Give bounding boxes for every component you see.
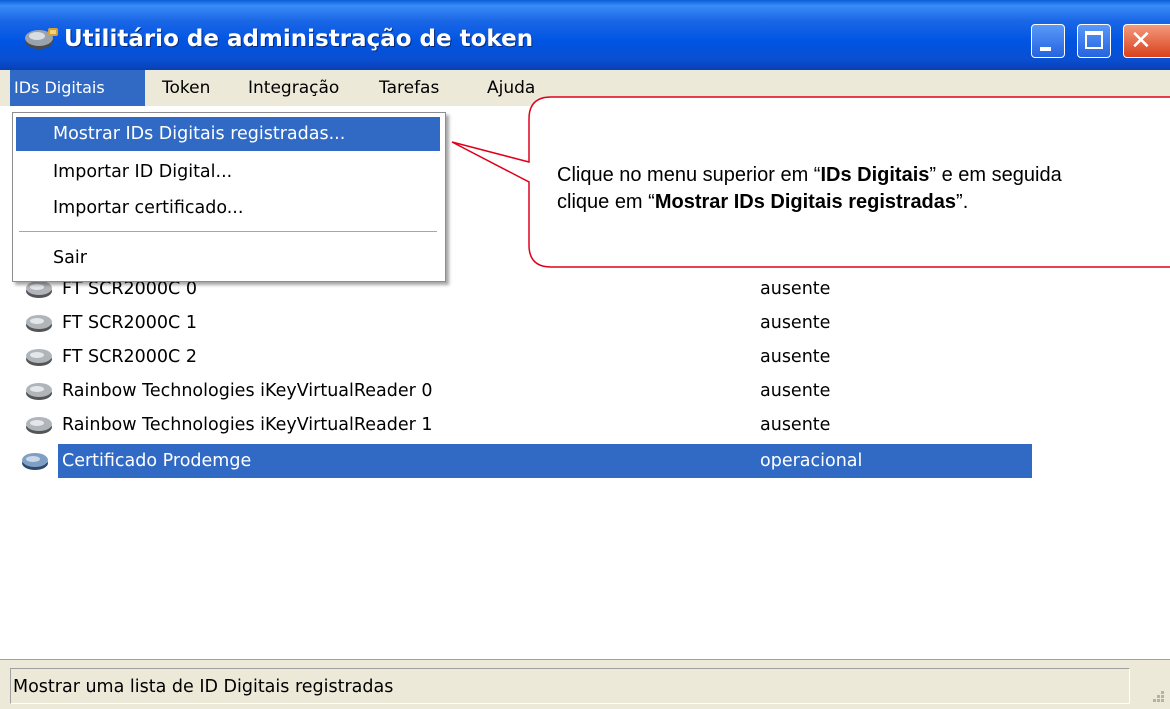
- reader-status: operacional: [760, 451, 863, 471]
- minimize-icon: [1040, 47, 1051, 51]
- menu-separator: [19, 231, 437, 233]
- maximize-icon: [1085, 31, 1103, 49]
- resize-grip-icon[interactable]: [1148, 688, 1166, 706]
- minimize-button[interactable]: [1031, 24, 1065, 58]
- reader-row-selected[interactable]: Certificado Prodemge operacional: [22, 444, 1032, 478]
- menu-item-importar-certificado[interactable]: Importar certificado...: [16, 191, 440, 225]
- reader-status: ausente: [760, 279, 831, 299]
- reader-row[interactable]: FT SCR2000C 2 ausente: [20, 340, 1020, 374]
- reader-row[interactable]: Rainbow Technologies iKeyVirtualReader 0…: [20, 374, 1020, 408]
- maximize-button[interactable]: [1077, 24, 1111, 58]
- status-bar: Mostrar uma lista de ID Digitais registr…: [0, 659, 1170, 709]
- reader-name: Rainbow Technologies iKeyVirtualReader 1: [62, 415, 433, 435]
- close-icon: ✕: [1130, 26, 1152, 56]
- menu-item-sair[interactable]: Sair: [16, 241, 440, 275]
- reader-status: ausente: [760, 347, 831, 367]
- reader-row[interactable]: FT SCR2000C 1 ausente: [20, 306, 1020, 340]
- reader-name: FT SCR2000C 2: [62, 347, 197, 367]
- callout-text: Clique no menu superior em “IDs Digitais…: [557, 164, 1062, 213]
- reader-status: ausente: [760, 313, 831, 333]
- reader-status: ausente: [760, 415, 831, 435]
- title-bar[interactable]: Utilitário de administração de token ✕: [0, 0, 1170, 70]
- reader-name: Certificado Prodemge: [62, 451, 252, 471]
- menu-ids-digitais[interactable]: IDs Digitais: [10, 70, 145, 106]
- status-text: Mostrar uma lista de ID Digitais registr…: [10, 668, 1130, 704]
- reader-name: FT SCR2000C 1: [62, 313, 197, 333]
- token-app-icon: [25, 28, 58, 49]
- menu-ajuda[interactable]: Ajuda: [483, 70, 539, 106]
- token-device-icon: [22, 453, 48, 470]
- menu-item-mostrar-ids[interactable]: Mostrar IDs Digitais registradas...: [16, 117, 440, 151]
- card-reader-icon: [26, 281, 52, 298]
- menu-bar: IDs Digitais Token Integração Tarefas Aj…: [0, 70, 1170, 106]
- card-reader-icon: [26, 349, 52, 366]
- menu-integracao[interactable]: Integração: [244, 70, 343, 106]
- close-button[interactable]: ✕: [1123, 24, 1170, 58]
- window-title: Utilitário de administração de token: [64, 26, 534, 52]
- reader-name: Rainbow Technologies iKeyVirtualReader 0: [62, 381, 433, 401]
- reader-row[interactable]: Rainbow Technologies iKeyVirtualReader 1…: [20, 408, 1020, 442]
- menu-token[interactable]: Token: [158, 70, 214, 106]
- card-reader-icon: [26, 417, 52, 434]
- menu-tarefas[interactable]: Tarefas: [375, 70, 443, 106]
- card-reader-icon: [26, 383, 52, 400]
- reader-status: ausente: [760, 381, 831, 401]
- menu-item-importar-id[interactable]: Importar ID Digital...: [16, 155, 440, 189]
- card-reader-icon: [26, 315, 52, 332]
- ids-digitais-dropdown-menu: Mostrar IDs Digitais registradas... Impo…: [12, 112, 446, 282]
- app-window: Utilitário de administração de token ✕ I…: [0, 0, 1170, 709]
